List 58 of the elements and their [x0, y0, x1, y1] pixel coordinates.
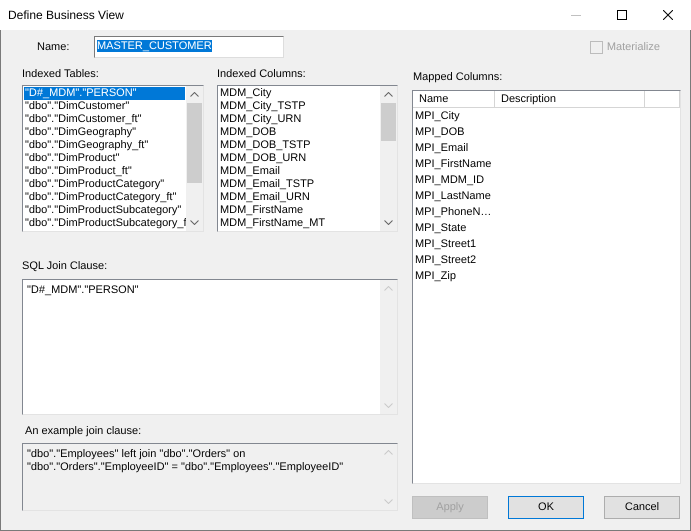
list-item[interactable]: "D#_MDM"."PERSON"	[24, 87, 185, 100]
scrollbar-thumb[interactable]	[381, 103, 396, 141]
close-icon	[663, 10, 673, 20]
list-item[interactable]: MDM_Email_URN	[219, 191, 379, 204]
table-cell-text: MPI_Street1	[414, 237, 478, 252]
dialog-button[interactable]: Cancel	[604, 496, 680, 519]
list-item[interactable]: "dbo"."DimProductCategory"	[24, 178, 185, 191]
dialog-button[interactable]: OK	[508, 496, 584, 519]
list-item[interactable]: MDM_DOB_URN	[219, 152, 379, 165]
indexed-columns-list[interactable]: MDM_City MDM_City_TSTP MDM_City_URN MDM_DOB MDM_DOB_TSTP MDM_DOB_URN MDM_Email MDM_Email_TSTP MDM_Email_URN MDM_FirstName MDM_FirstName_MT	[217, 85, 398, 232]
table-cell-text: MPI_DOB	[414, 125, 466, 140]
scrollbar[interactable]	[380, 86, 397, 231]
table-cell-text: MPI_City	[414, 109, 461, 124]
name-label: Name:	[36, 40, 70, 54]
list-item[interactable]: "dbo"."DimProductSubcategory"	[24, 204, 185, 217]
table-cell-text: MPI_Street2	[414, 253, 478, 268]
list-item[interactable]: MDM_Email_TSTP	[219, 178, 379, 191]
section-label: SQL Join Clause:	[22, 260, 108, 273]
table-cell-text: MPI_Zip	[414, 269, 457, 284]
table-cell-text: MPI_MDM_ID	[414, 173, 486, 188]
list-item[interactable]: "dbo"."DimGeography_ft"	[24, 139, 185, 152]
list-item[interactable]: MDM_Email	[219, 165, 379, 178]
list-item[interactable]: MDM_DOB	[219, 126, 379, 139]
section-label: Indexed Columns:	[217, 68, 307, 81]
table-cell-text: MPI_LastName	[414, 189, 492, 204]
list-item[interactable]: "dbo"."DimProductCategory_ft"	[24, 191, 185, 204]
section-label: Mapped Columns:	[412, 71, 504, 84]
list-item[interactable]: MDM_City_URN	[219, 113, 379, 126]
window-title: Define Business View	[7, 8, 124, 22]
table-cell-text: MPI_Email	[414, 141, 470, 156]
list-item[interactable]: "dbo"."DimGeography"	[24, 126, 185, 139]
column-header[interactable]: Description	[495, 91, 645, 108]
indexed-tables-list[interactable]	[22, 85, 204, 232]
section-label: Indexed Tables:	[22, 68, 100, 81]
list-item[interactable]: "dbo"."DimCustomer"	[24, 100, 185, 113]
scrollbar[interactable]	[186, 86, 203, 231]
list-item[interactable]: "dbo"."DimProduct"	[24, 152, 185, 165]
list-item[interactable]: MDM_FirstName	[219, 204, 379, 217]
table-cell-text: MPI_State	[414, 221, 468, 236]
scrollbar-thumb[interactable]	[187, 103, 202, 183]
mapped-columns-table[interactable]: Name Description MPI_City MPI_DOB MPI_Email MPI_FirstName MPI_MDM_ID MPI_LastName MPI_PhoneN… MPI_State MPI_Street1 MPI_Street2 MPI_Zip	[412, 90, 681, 484]
column-header[interactable]	[645, 91, 680, 108]
list-item[interactable]: MDM_DOB_TSTP	[219, 139, 379, 152]
table-cell-text: MPI_PhoneN…	[414, 205, 492, 220]
example-text: "dbo"."Employees" left join "dbo"."Orders" on "dbo"."Orders"."EmployeeID" = "dbo"."Employees"."EmployeeID"	[26, 447, 344, 475]
list-item[interactable]: MDM_FirstName_MT	[219, 217, 379, 230]
list-item[interactable]: MDM_City	[219, 87, 379, 100]
list-item[interactable]: "dbo"."DimCustomer_ft"	[24, 113, 185, 126]
maximize-icon	[617, 10, 627, 20]
list-item[interactable]: MDM_City_TSTP	[219, 100, 379, 113]
materialize-label: Materialize	[606, 40, 660, 54]
sql-text: "D#_MDM"."PERSON"	[26, 283, 140, 298]
table-cell-text: MPI_FirstName	[414, 157, 492, 172]
section-label: An example join clause:	[24, 425, 142, 438]
list-item[interactable]: "dbo"."DimProduct_ft"	[24, 165, 185, 178]
column-header[interactable]: Name	[413, 91, 495, 108]
name-field[interactable]: MASTER_CUSTOMER	[94, 36, 284, 58]
minimize-icon	[571, 14, 581, 16]
